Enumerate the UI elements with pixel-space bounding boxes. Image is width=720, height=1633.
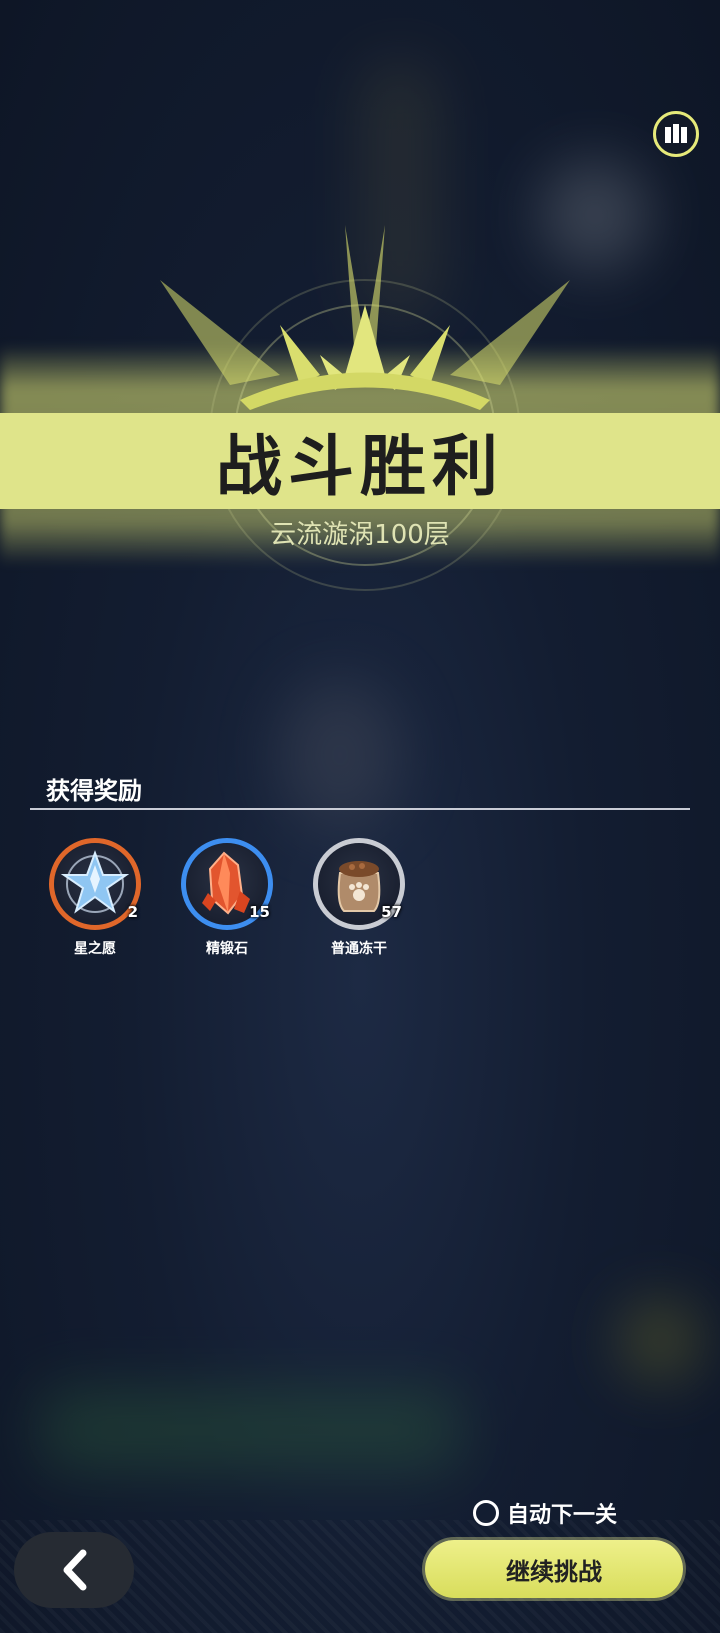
- stage-subtitle: 云流漩涡100层: [270, 520, 450, 550]
- background-blur: [40, 1390, 460, 1470]
- reward-icon-frame: 57: [313, 838, 405, 930]
- star-crystal-icon: [60, 850, 130, 914]
- reward-item[interactable]: 2 星之愿: [49, 838, 141, 958]
- bar-chart-icon: [665, 124, 687, 143]
- battle-stats-button[interactable]: [653, 111, 699, 157]
- reward-name: 精锻石: [206, 941, 248, 957]
- reward-name: 星之愿: [74, 941, 116, 957]
- reward-item[interactable]: 57 普通冻干: [313, 838, 405, 958]
- auto-next-label: 自动下一关: [507, 1503, 618, 1528]
- reward-item[interactable]: 15 精锻石: [181, 838, 273, 958]
- continue-challenge-button[interactable]: 继续挑战: [425, 1540, 683, 1598]
- rewards-divider: [30, 808, 690, 810]
- rewards-heading: 获得奖励: [46, 777, 142, 805]
- victory-banner: 战斗胜利: [0, 413, 720, 509]
- auto-next-toggle[interactable]: 自动下一关: [473, 1497, 617, 1529]
- back-button[interactable]: [14, 1532, 134, 1608]
- reward-count: 2: [127, 903, 138, 921]
- background-blur: [620, 1300, 700, 1380]
- reward-name: 普通冻干: [331, 941, 387, 957]
- chevron-left-icon: [63, 1549, 87, 1591]
- reward-count: 15: [249, 903, 270, 921]
- reward-count: 57: [381, 903, 402, 921]
- reward-icon-frame: 15: [181, 838, 273, 930]
- victory-title: 战斗胜利: [216, 428, 504, 505]
- reward-icon-frame: 2: [49, 838, 141, 930]
- auto-next-radio[interactable]: [473, 1500, 499, 1526]
